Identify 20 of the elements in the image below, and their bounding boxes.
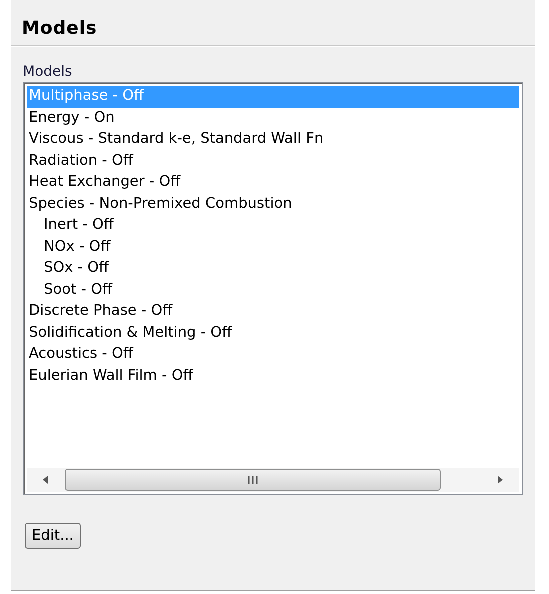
- list-item[interactable]: Discrete Phase - Off: [27, 301, 519, 322]
- list-item[interactable]: Viscous - Standard k-e, Standard Wall Fn: [27, 129, 519, 150]
- models-list[interactable]: [23, 82, 523, 495]
- list-item[interactable]: Solidification & Melting - Off: [27, 322, 519, 344]
- horizontal-scrollbar[interactable]: [27, 468, 519, 492]
- list-item[interactable]: Inert - Off: [27, 215, 519, 236]
- list-item[interactable]: Acoustics - Off: [27, 344, 519, 366]
- list-item[interactable]: Eulerian Wall Film - Off: [27, 366, 519, 387]
- scrollbar-thumb[interactable]: [65, 469, 441, 491]
- list-item[interactable]: Radiation - Off: [27, 150, 519, 172]
- list-item[interactable]: Species - Non-Premixed Combustion: [27, 194, 519, 215]
- list-item[interactable]: Energy - On: [27, 108, 519, 129]
- list-item[interactable]: Heat Exchanger - Off: [27, 172, 519, 194]
- list-label: Models: [23, 64, 72, 80]
- list-item[interactable]: NOx - Off: [27, 236, 519, 258]
- list-item[interactable]: Soot - Off: [27, 280, 519, 301]
- edit-button[interactable]: Edit...: [25, 523, 81, 549]
- grip-icon: [247, 475, 259, 485]
- panel-title: Models: [21, 17, 98, 41]
- list-item[interactable]: SOx - Off: [27, 258, 519, 280]
